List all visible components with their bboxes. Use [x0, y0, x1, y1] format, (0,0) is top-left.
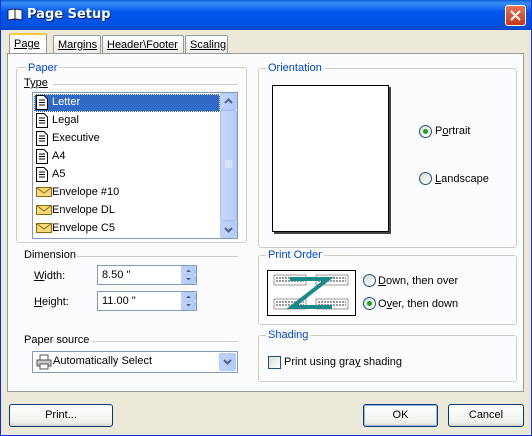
chevron-down-icon [224, 227, 233, 233]
list-item[interactable]: A5 [34, 166, 220, 184]
chevron-down-icon [223, 359, 232, 365]
paper-source-select[interactable]: Automatically Select [32, 351, 238, 373]
list-item-label: Executive [52, 132, 100, 144]
arrow-down-icon [186, 304, 191, 307]
list-item[interactable]: Executive [34, 130, 220, 148]
height-up-button[interactable] [181, 292, 196, 301]
grip-icon [225, 160, 232, 168]
arrow-up-icon [186, 269, 191, 272]
paper-list-scrollbar[interactable] [220, 93, 237, 238]
height-value: 11.00 " [102, 295, 136, 307]
shading-group-label: Shading [266, 329, 311, 341]
dimension-label: Dimension [24, 249, 76, 261]
close-button[interactable] [505, 5, 526, 26]
list-item-label: A4 [52, 150, 66, 162]
height-down-button[interactable] [181, 301, 196, 310]
list-item-label: A5 [52, 168, 66, 180]
print-button[interactable]: Print... [9, 404, 113, 427]
ok-button-label: OK [392, 409, 409, 421]
width-value: 8.50 " [102, 269, 131, 281]
height-spinner[interactable] [181, 292, 196, 310]
width-spinner[interactable] [181, 266, 196, 284]
document-icon [36, 95, 48, 110]
print-order-icon [267, 270, 356, 316]
paper-source-dropdown-button[interactable] [219, 353, 236, 371]
envelope-icon [36, 187, 52, 197]
page-setup-dialog: Page Setup Page Margins Header\Footer Sc… [0, 0, 532, 436]
over-then-down-label[interactable]: Over, then down [378, 298, 458, 310]
width-up-button[interactable] [181, 266, 196, 275]
tab-page[interactable]: Page [9, 33, 47, 55]
paper-source-divider [92, 341, 238, 342]
document-icon [36, 167, 48, 182]
dimension-divider [77, 256, 238, 257]
book-icon [7, 8, 23, 21]
list-item[interactable]: A4 [34, 148, 220, 166]
envelope-icon [36, 223, 52, 233]
tab-margins[interactable]: Margins [53, 35, 101, 54]
list-item[interactable]: Letter [34, 94, 220, 112]
window-title: Page Setup [27, 7, 111, 22]
arrow-up-icon [186, 295, 191, 298]
width-down-button[interactable] [181, 275, 196, 284]
type-divider [53, 84, 238, 85]
print-order-group-label: Print Order [266, 249, 324, 261]
paper-type-list[interactable]: Letter Legal Executive A4 A5 Envelope #10 Enve… [32, 92, 238, 239]
portrait-radio[interactable] [419, 125, 432, 138]
print-button-label: Print... [45, 409, 77, 421]
height-label: Height: [34, 296, 69, 308]
list-item-label: Letter [52, 96, 81, 108]
gray-shading-checkbox[interactable] [268, 356, 281, 369]
orientation-group-label: Orientation [266, 62, 324, 74]
list-item-label: Envelope DL [52, 204, 115, 216]
landscape-radio[interactable] [419, 172, 432, 185]
paper-source-label: Paper source [24, 334, 90, 346]
list-item[interactable]: Envelope C5 [34, 220, 220, 238]
scroll-down-button[interactable] [220, 221, 237, 238]
down-then-over-radio[interactable] [363, 274, 376, 287]
width-label: Width: [34, 270, 66, 282]
tab-scaling[interactable]: Scaling [185, 35, 228, 54]
tab-header-footer-label: Header\Footer [107, 39, 178, 51]
ok-button[interactable]: OK [363, 404, 438, 427]
gray-shading-label[interactable]: Print using gray shading [284, 356, 402, 368]
tab-scaling-label: Scaling [190, 39, 227, 51]
arrow-down-icon [186, 278, 191, 281]
portrait-label[interactable]: Portrait [435, 125, 470, 137]
down-then-over-label[interactable]: Down, then over [378, 275, 458, 287]
document-icon [36, 131, 48, 146]
tab-page-label: Page [14, 38, 40, 50]
list-item-label: Envelope C5 [52, 222, 115, 234]
list-item-label: Legal [52, 114, 79, 126]
scroll-up-button[interactable] [220, 93, 237, 110]
chevron-up-icon [224, 98, 233, 104]
tab-margins-label: Margins [58, 39, 98, 51]
tab-header-footer[interactable]: Header\Footer [102, 35, 184, 54]
over-then-down-radio[interactable] [363, 297, 376, 310]
list-item[interactable]: Legal [34, 112, 220, 130]
type-label: Type [24, 77, 48, 89]
title-bar[interactable]: Page Setup [1, 0, 531, 30]
landscape-label[interactable]: Landscape [435, 173, 489, 185]
width-label-rest: idth: [44, 270, 66, 282]
document-icon [36, 113, 48, 128]
cancel-button[interactable]: Cancel [448, 404, 524, 427]
close-icon [510, 10, 521, 21]
paper-source-value: Automatically Select [53, 355, 153, 367]
list-item-label: Envelope #10 [52, 186, 120, 198]
over-then-down-icon [273, 274, 349, 310]
document-icon [36, 149, 48, 164]
paper-group-label: Paper [26, 62, 60, 74]
orientation-preview [272, 85, 389, 232]
cancel-button-label: Cancel [468, 409, 504, 421]
list-item[interactable]: Envelope #10 [34, 184, 220, 202]
height-label-rest: eight: [41, 296, 69, 308]
list-item[interactable]: Envelope DL [34, 202, 220, 220]
scroll-thumb[interactable] [220, 110, 237, 221]
printer-icon [36, 354, 52, 370]
envelope-icon [36, 205, 52, 215]
